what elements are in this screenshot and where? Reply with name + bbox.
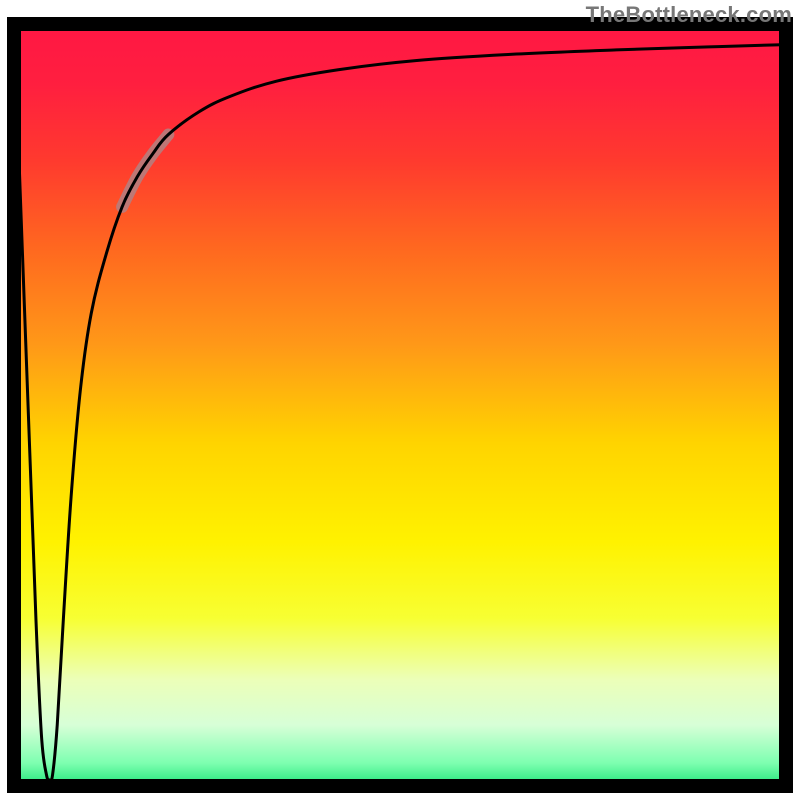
watermark-text: TheBottleneck.com [586, 2, 792, 28]
chart-stage: TheBottleneck.com [0, 0, 800, 800]
bottleneck-chart [0, 0, 800, 800]
plot-background [14, 24, 786, 786]
